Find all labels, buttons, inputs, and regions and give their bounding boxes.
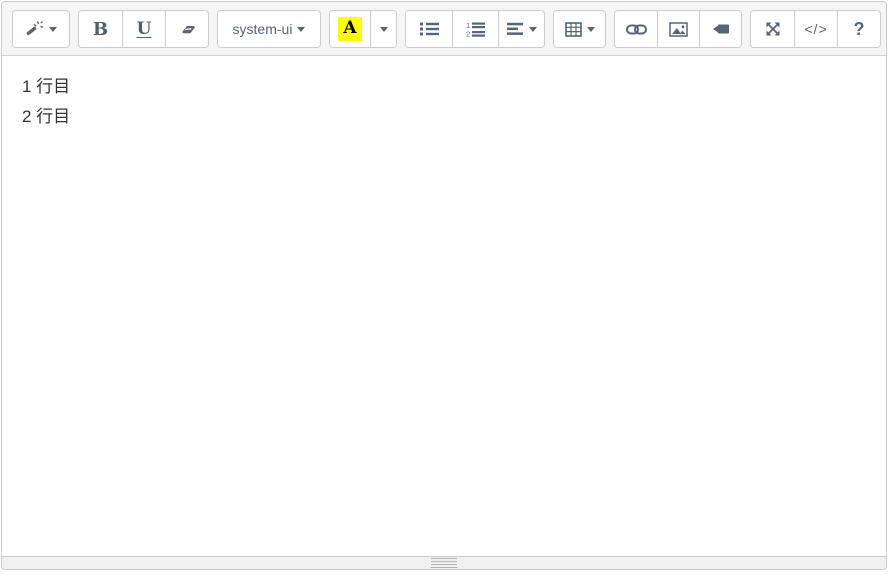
font-style-button-group: B U <box>78 10 209 48</box>
richtext-editor: B U system-ui A 1 2 </> ? 1 行目 2 行目 <box>1 1 887 570</box>
chevron-down-icon <box>528 26 537 32</box>
svg-text:2: 2 <box>466 30 470 38</box>
editor-toolbar: B U system-ui A 1 2 </> ? <box>2 2 886 56</box>
editor-statusbar <box>2 556 886 569</box>
ordered-list-icon: 1 2 <box>466 21 485 37</box>
link-icon <box>625 23 647 36</box>
insert-button-group <box>614 10 742 48</box>
insert-picture-button[interactable] <box>657 11 699 47</box>
clear-formatting-button[interactable] <box>165 11 208 47</box>
ordered-list-button[interactable]: 1 2 <box>452 11 498 47</box>
bold-glyph: B <box>92 18 109 40</box>
font-color-glyph: A <box>338 17 362 41</box>
chevron-down-icon <box>49 26 57 32</box>
codeview-button[interactable]: </> <box>794 11 837 47</box>
codeview-glyph: </> <box>804 21 828 37</box>
bold-button[interactable]: B <box>79 11 122 47</box>
color-dropdown-button[interactable] <box>370 11 396 47</box>
resize-handle[interactable] <box>431 558 457 568</box>
text-line-2: 2 行目 <box>22 107 71 126</box>
help-glyph: ? <box>853 18 865 39</box>
style-dropdown-button[interactable] <box>13 11 69 47</box>
fullscreen-button[interactable] <box>751 11 794 47</box>
arrows-expand-icon <box>764 20 782 38</box>
help-button[interactable]: ? <box>837 11 880 47</box>
insert-link-button[interactable] <box>615 11 657 47</box>
unordered-list-button[interactable] <box>406 11 452 47</box>
fontname-label: system-ui <box>232 21 293 37</box>
picture-icon <box>669 21 688 37</box>
style-button-group <box>12 10 70 48</box>
insert-video-button[interactable] <box>699 11 741 47</box>
view-button-group: </> ? <box>750 10 881 48</box>
table-dropdown-button[interactable] <box>554 11 605 47</box>
chevron-down-icon <box>586 26 595 32</box>
underline-glyph: U <box>136 19 152 39</box>
chevron-down-icon <box>297 26 306 32</box>
table-button-group <box>553 10 606 48</box>
magic-wand-icon <box>25 20 44 38</box>
text-line-1: 1 行目 <box>22 77 71 96</box>
paragraph-button-group: 1 2 <box>405 10 545 48</box>
eraser-icon <box>179 22 196 37</box>
table-icon <box>564 21 582 37</box>
underline-button[interactable]: U <box>122 11 165 47</box>
fontname-button-group: system-ui <box>217 10 321 48</box>
chevron-down-icon <box>379 26 388 32</box>
video-icon <box>712 22 730 36</box>
paragraph-align-button[interactable] <box>498 11 544 47</box>
editable-content-area[interactable]: 1 行目 2 行目 <box>2 56 886 556</box>
paragraph-align-icon <box>506 22 524 36</box>
unordered-list-icon <box>419 21 439 37</box>
recent-color-button[interactable]: A <box>330 11 370 47</box>
fontname-dropdown-button[interactable]: system-ui <box>218 11 320 47</box>
color-button-group: A <box>329 10 397 48</box>
